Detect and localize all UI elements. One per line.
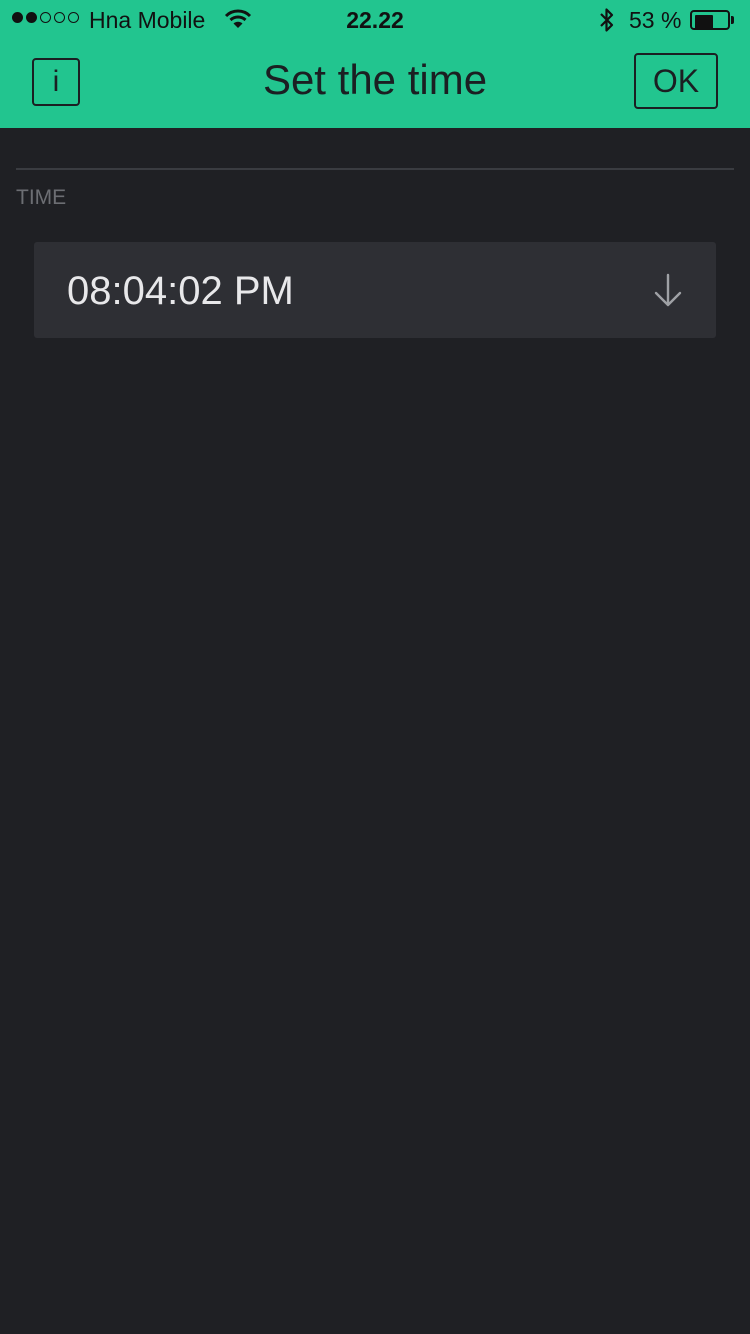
arrow-down-icon	[652, 272, 684, 313]
time-value: 08:04:02 PM	[67, 269, 294, 313]
battery-icon	[690, 10, 734, 30]
section-divider	[16, 168, 734, 170]
battery-body	[690, 10, 730, 30]
header-bar: Hna Mobile 22.22 53 % i Set the time OK	[0, 0, 750, 128]
battery-percent: 53 %	[629, 7, 682, 33]
status-bar: Hna Mobile 22.22 53 %	[0, 0, 750, 40]
battery-level-fill	[695, 15, 713, 29]
section-label-time: TIME	[16, 186, 67, 209]
battery-tip	[731, 16, 734, 24]
time-picker-field[interactable]: 08:04:02 PM	[34, 242, 716, 338]
ok-button[interactable]: OK	[634, 53, 718, 109]
bluetooth-icon	[598, 6, 616, 39]
